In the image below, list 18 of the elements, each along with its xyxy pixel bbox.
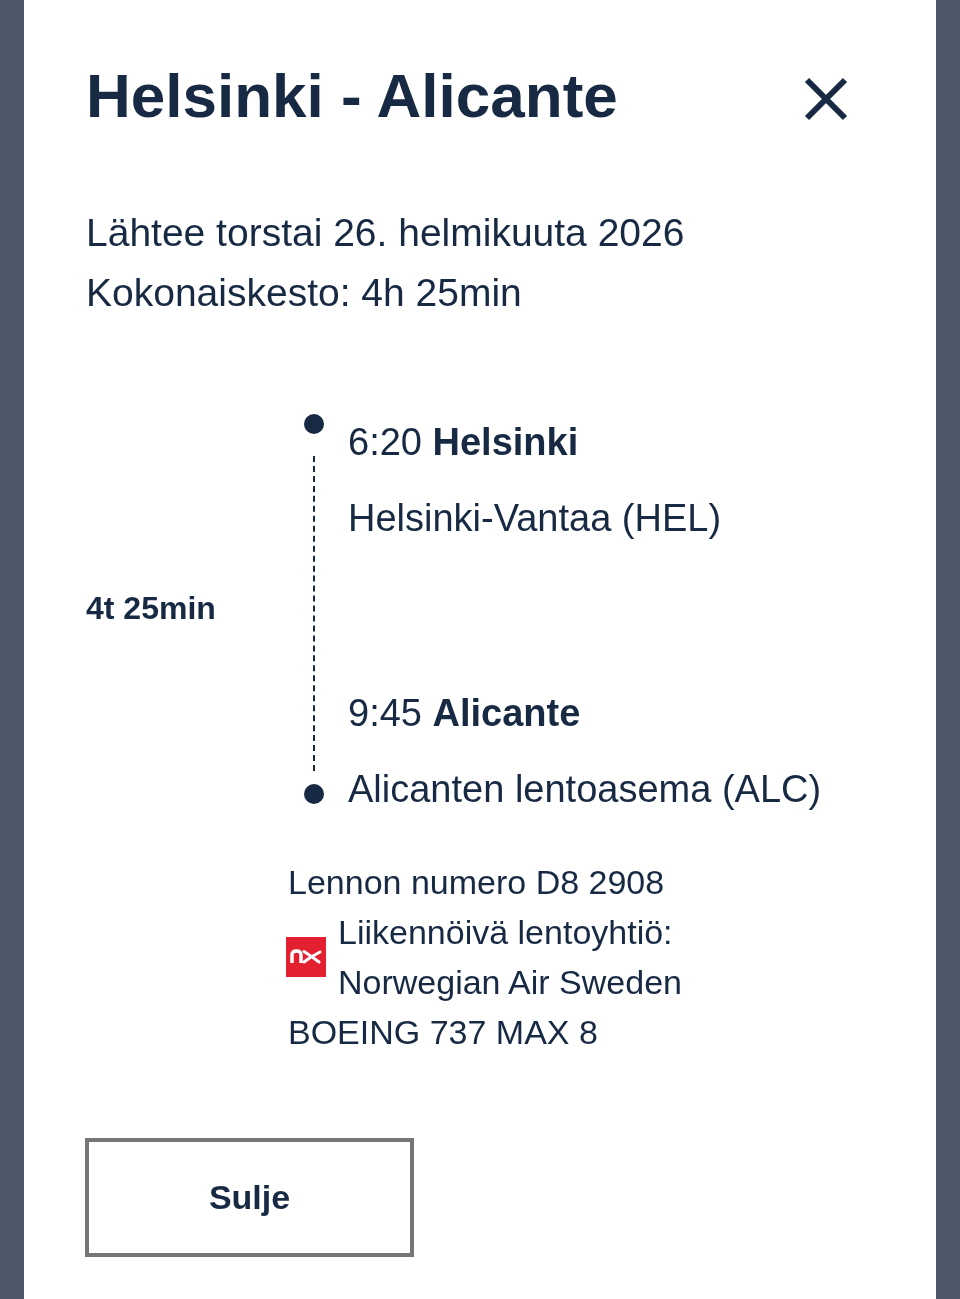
timeline-dot-icon	[304, 784, 324, 804]
airline-logo-icon	[286, 937, 326, 977]
stop-time-city: 6:20 Helsinki	[348, 420, 579, 465]
close-icon	[804, 77, 848, 121]
total-duration: Kokonaiskesto: 4h 25min	[86, 270, 523, 316]
close-button[interactable]	[804, 77, 848, 121]
operator-label: Liikennöivä lentoyhtiö:	[338, 912, 673, 953]
departure-date: Lähtee torstai 26. helmikuuta 2026	[86, 210, 686, 256]
dialog-close-button[interactable]: Sulje	[85, 1138, 414, 1257]
flight-duration: 4t 25min	[86, 590, 217, 627]
aircraft-type: BOEING 737 MAX 8	[288, 1012, 598, 1053]
airline-name: Norwegian Air Sweden	[338, 962, 682, 1003]
airport-name: Alicanten lentoasema (ALC)	[348, 767, 822, 812]
dialog-title: Helsinki - Alicante	[86, 60, 618, 132]
airport-name: Helsinki-Vantaa (HEL)	[348, 496, 722, 541]
stop-time-city: 9:45 Alicante	[348, 691, 581, 736]
flight-number: Lennon numero D8 2908	[288, 862, 665, 903]
timeline-dot-icon	[304, 414, 324, 434]
